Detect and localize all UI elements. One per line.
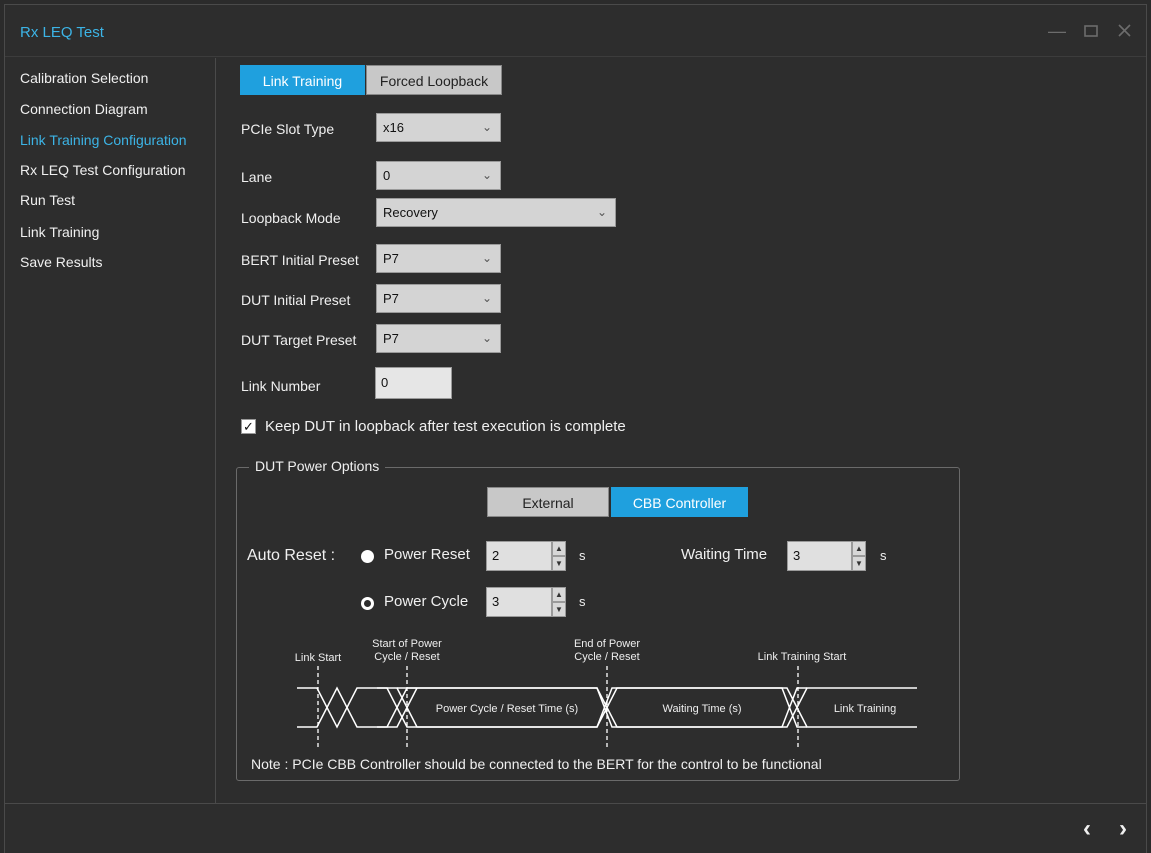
pcie-slot-type-label: PCIe Slot Type [241, 121, 335, 137]
sidebar-item-rx-leq-test-configuration[interactable]: Rx LEQ Test Configuration [20, 162, 186, 178]
footer-bar: ‹ › [5, 803, 1146, 853]
dut-initial-preset-value: P7 [383, 291, 399, 306]
power-cycle-value[interactable]: 3 [486, 587, 552, 617]
dut-target-preset-select[interactable]: P7 ⌄ [376, 324, 501, 353]
dut-target-preset-value: P7 [383, 331, 399, 346]
sidebar: Calibration Selection Connection Diagram… [5, 58, 216, 803]
power-cycle-unit: s [579, 594, 586, 609]
power-reset-unit: s [579, 548, 586, 563]
dut-power-options-title: DUT Power Options [249, 458, 386, 474]
power-reset-label: Power Reset [384, 546, 470, 563]
sidebar-item-save-results[interactable]: Save Results [20, 254, 102, 270]
power-cycle-label: Power Cycle [384, 593, 469, 610]
chevron-left-icon[interactable]: ‹ [1075, 816, 1099, 842]
spin-down-icon[interactable]: ▼ [552, 556, 566, 571]
waiting-time-diagram-label: Waiting Time (s) [662, 703, 741, 715]
timing-waveform [297, 686, 917, 729]
chevron-right-icon[interactable]: › [1111, 816, 1135, 842]
tab-forced-loopback[interactable]: Forced Loopback [366, 65, 502, 95]
minimize-icon[interactable]: — [1045, 19, 1069, 43]
dut-target-preset-label: DUT Target Preset [241, 332, 357, 348]
sidebar-item-link-training-configuration[interactable]: Link Training Configuration [20, 132, 187, 148]
sidebar-item-calibration-selection[interactable]: Calibration Selection [20, 70, 148, 86]
chevron-down-icon: ⌄ [481, 331, 492, 345]
power-cycle-spinner[interactable]: 3 ▲ ▼ [486, 587, 566, 617]
power-cycle-time-label: Power Cycle / Reset Time (s) [436, 703, 578, 715]
waiting-time-spinner[interactable]: 3 ▲ ▼ [787, 541, 866, 571]
bert-initial-preset-select[interactable]: P7 ⌄ [376, 244, 501, 273]
loopback-mode-value: Recovery [383, 205, 438, 220]
sidebar-item-connection-diagram[interactable]: Connection Diagram [20, 101, 148, 117]
chevron-down-icon: ⌄ [596, 205, 607, 219]
sidebar-item-run-test[interactable]: Run Test [20, 192, 75, 208]
title-bar: Rx LEQ Test — [5, 5, 1146, 57]
pcie-slot-type-select[interactable]: x16 ⌄ [376, 113, 501, 142]
lane-value: 0 [383, 168, 391, 183]
lane-select[interactable]: 0 ⌄ [376, 161, 501, 190]
app-window: Rx LEQ Test — Calibration Selection Conn… [4, 4, 1147, 853]
timing-diagram: Link Start Start of Power Cycle / Reset … [295, 638, 917, 748]
power-reset-radio[interactable] [361, 550, 374, 563]
sidebar-item-link-training[interactable]: Link Training [20, 224, 99, 240]
dut-initial-preset-label: DUT Initial Preset [241, 292, 351, 308]
spin-down-icon[interactable]: ▼ [852, 556, 866, 571]
waiting-time-label: Waiting Time [681, 546, 768, 563]
lane-label: Lane [241, 169, 273, 185]
spin-up-icon[interactable]: ▲ [552, 541, 566, 556]
tab-external[interactable]: External [487, 487, 609, 517]
dut-initial-preset-select[interactable]: P7 ⌄ [376, 284, 501, 313]
main-content: Link Training Forced Loopback PCIe Slot … [217, 58, 1147, 803]
waiting-time-unit: s [880, 548, 887, 563]
chevron-down-icon: ⌄ [481, 251, 492, 265]
maximize-icon[interactable] [1079, 19, 1103, 43]
power-reset-spinner[interactable]: 2 ▲ ▼ [486, 541, 566, 571]
spin-down-icon[interactable]: ▼ [552, 602, 566, 617]
power-cycle-radio[interactable] [361, 597, 374, 610]
tab-link-training[interactable]: Link Training [240, 65, 365, 95]
start-power-label-2: Cycle / Reset [374, 651, 439, 663]
bert-initial-preset-value: P7 [383, 251, 399, 266]
loopback-mode-label: Loopback Mode [241, 210, 341, 226]
bert-initial-preset-label: BERT Initial Preset [241, 252, 359, 268]
auto-reset-label: Auto Reset : [247, 547, 336, 564]
waiting-time-value[interactable]: 3 [787, 541, 852, 571]
spin-up-icon[interactable]: ▲ [852, 541, 866, 556]
link-start-label: Link Start [295, 652, 341, 664]
end-power-label: End of Power [574, 638, 640, 650]
chevron-down-icon: ⌄ [481, 120, 492, 134]
start-power-label: Start of Power [372, 638, 442, 650]
loopback-mode-select[interactable]: Recovery ⌄ [376, 198, 616, 227]
tab-cbb-controller[interactable]: CBB Controller [611, 487, 748, 517]
chevron-down-icon: ⌄ [481, 291, 492, 305]
link-number-label: Link Number [241, 378, 321, 394]
pcie-slot-type-value: x16 [383, 120, 404, 135]
link-training-start-label: Link Training Start [758, 651, 847, 663]
close-icon[interactable] [1112, 19, 1136, 43]
power-reset-value[interactable]: 2 [486, 541, 552, 571]
window-title: Rx LEQ Test [20, 24, 104, 41]
chevron-down-icon: ⌄ [481, 168, 492, 182]
keep-loopback-checkbox[interactable]: ✓ [241, 419, 256, 434]
link-training-diagram-label: Link Training [834, 703, 896, 715]
spin-up-icon[interactable]: ▲ [552, 587, 566, 602]
link-number-input[interactable]: 0 [375, 367, 452, 399]
keep-loopback-label: Keep DUT in loopback after test executio… [265, 418, 626, 435]
end-power-label-2: Cycle / Reset [574, 651, 639, 663]
